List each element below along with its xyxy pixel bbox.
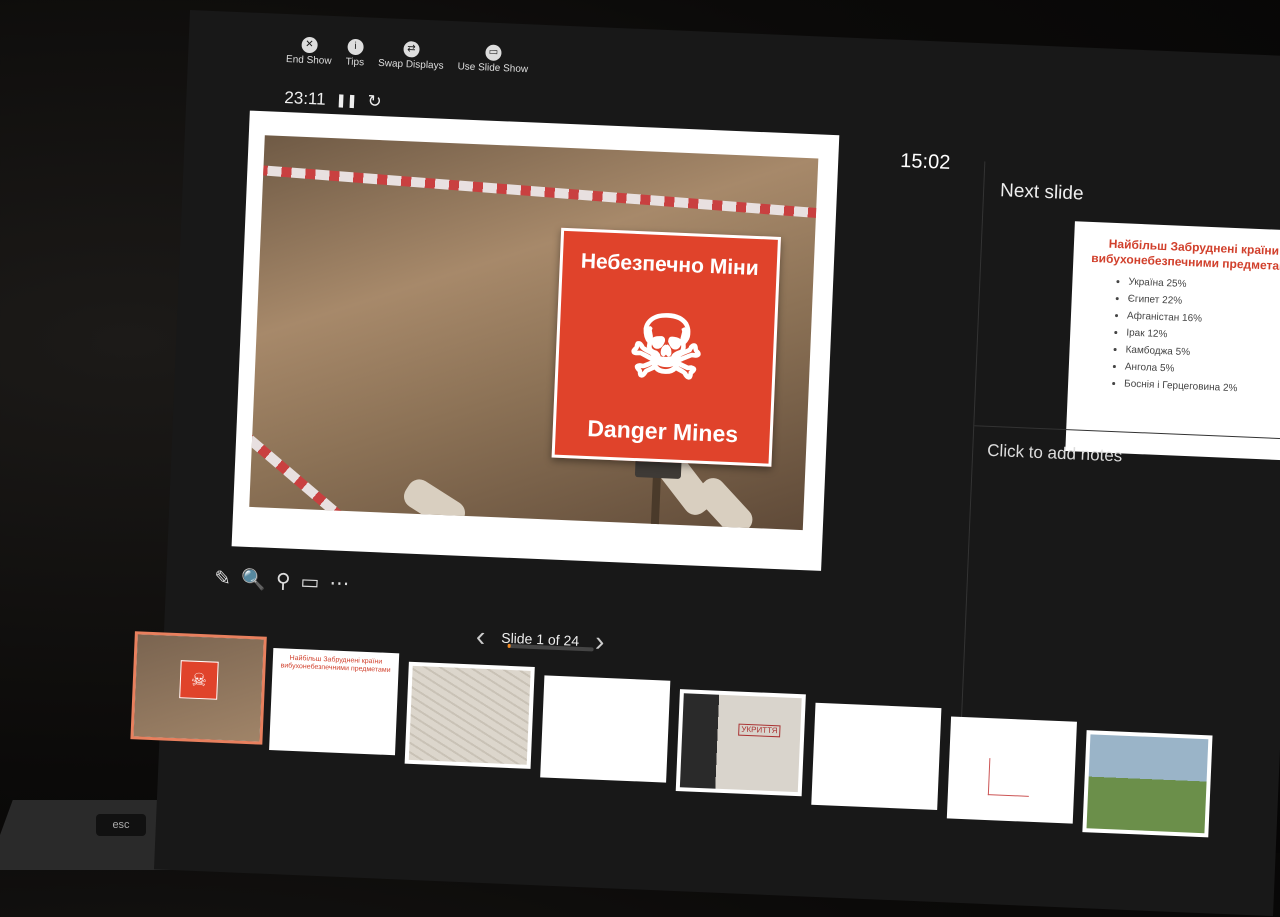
shelter-sign: УКРИТТЯ xyxy=(738,723,781,738)
slideshow-icon: ▭ xyxy=(485,44,502,62)
thumbnail-photo: ☠ xyxy=(133,634,264,742)
skull-crossbones-icon: ☠ xyxy=(625,298,707,398)
swap-icon: ⇄ xyxy=(403,40,420,58)
thumbnail-slide-5[interactable]: УКРИТТЯ 5 xyxy=(675,689,806,797)
thumbnail-photo: УКРИТТЯ xyxy=(679,693,802,793)
ordnance-shell xyxy=(399,474,470,531)
slide-tools: ✎ 🔍 ⚲ ▭ ⋯ xyxy=(214,566,350,597)
elapsed-time: 23:11 xyxy=(284,88,327,109)
laser-pointer-icon[interactable]: ⚲ xyxy=(275,568,291,594)
thumbnail-slide-6[interactable]: 6 xyxy=(811,702,942,810)
presenter-toolbar: ✕ End Show i Tips ⇄ Swap Displays ▭ Use … xyxy=(286,36,529,75)
next-slide-list: Україна 25% Єгипет 22% Афганістан 16% Ір… xyxy=(1084,272,1280,400)
thumbnail-photo xyxy=(1086,734,1209,834)
tips-label: Tips xyxy=(345,56,365,69)
thumbnail-slide-7[interactable] xyxy=(946,716,1077,824)
thumbnail-diagram xyxy=(987,758,1031,797)
use-slide-show-label: Use Slide Show xyxy=(457,61,529,76)
thumbnail-map xyxy=(408,665,531,765)
presenter-side-pane: Next slide Найбільш Забруднені країни ви… xyxy=(960,161,1280,735)
pause-icon[interactable]: ❚❚ xyxy=(335,92,357,109)
skull-crossbones-icon: ☠ xyxy=(179,660,219,700)
end-show-button[interactable]: ✕ End Show xyxy=(286,36,333,67)
sign-ukrainian-text: Небезпечно Міни xyxy=(580,249,760,281)
swap-displays-label: Swap Displays xyxy=(377,57,444,72)
warning-tape xyxy=(249,404,506,531)
thumbnail-slide-2[interactable]: Найбільш Забруднені країни вибухонебезпе… xyxy=(269,648,400,756)
tips-icon: i xyxy=(347,38,364,56)
warning-tape xyxy=(249,163,819,220)
sign-english-text: Danger Mines xyxy=(586,415,739,448)
pen-icon[interactable]: ✎ xyxy=(214,566,232,592)
zoom-icon[interactable]: 🔍 xyxy=(240,567,266,593)
presenter-view: ✕ End Show i Tips ⇄ Swap Displays ▭ Use … xyxy=(130,10,1280,917)
current-time: 15:02 xyxy=(899,149,951,174)
next-slide-heading: Next slide xyxy=(999,180,1084,205)
thumbnail-slide-1[interactable]: ☠ 1 xyxy=(130,631,267,745)
thumbnail-title: Найбільш Забруднені країни вибухонебезпе… xyxy=(280,654,391,674)
slide-photo: Небезпечно Міни ☠ Danger Mines xyxy=(249,135,819,531)
more-options-icon[interactable]: ⋯ xyxy=(329,570,350,596)
timer: 23:11 ❚❚ ↻ xyxy=(284,88,382,112)
camera-icon[interactable]: ▭ xyxy=(300,569,320,595)
end-show-label: End Show xyxy=(285,54,332,67)
thumbnail-slide-4[interactable]: 4 xyxy=(540,675,671,783)
end-show-icon: ✕ xyxy=(301,36,318,54)
thumbnail-slide-8[interactable] xyxy=(1082,730,1213,838)
thumbnail-slide-3[interactable]: 3 xyxy=(404,661,535,769)
current-slide: Небезпечно Міни ☠ Danger Mines xyxy=(231,110,840,571)
esc-key: esc xyxy=(96,814,146,836)
use-slide-show-button[interactable]: ▭ Use Slide Show xyxy=(457,43,529,75)
danger-mines-sign: Небезпечно Міни ☠ Danger Mines xyxy=(551,227,782,467)
next-slide-preview[interactable]: Найбільш Забруднені країни вибухонебезпе… xyxy=(1065,221,1280,462)
swap-displays-button[interactable]: ⇄ Swap Displays xyxy=(378,40,445,72)
tips-button[interactable]: i Tips xyxy=(345,38,365,69)
slide-progress-fill xyxy=(507,643,512,649)
next-slide-title: Найбільш Забруднені країни вибухонебезпе… xyxy=(1091,236,1280,274)
reset-timer-icon[interactable]: ↻ xyxy=(367,92,382,113)
